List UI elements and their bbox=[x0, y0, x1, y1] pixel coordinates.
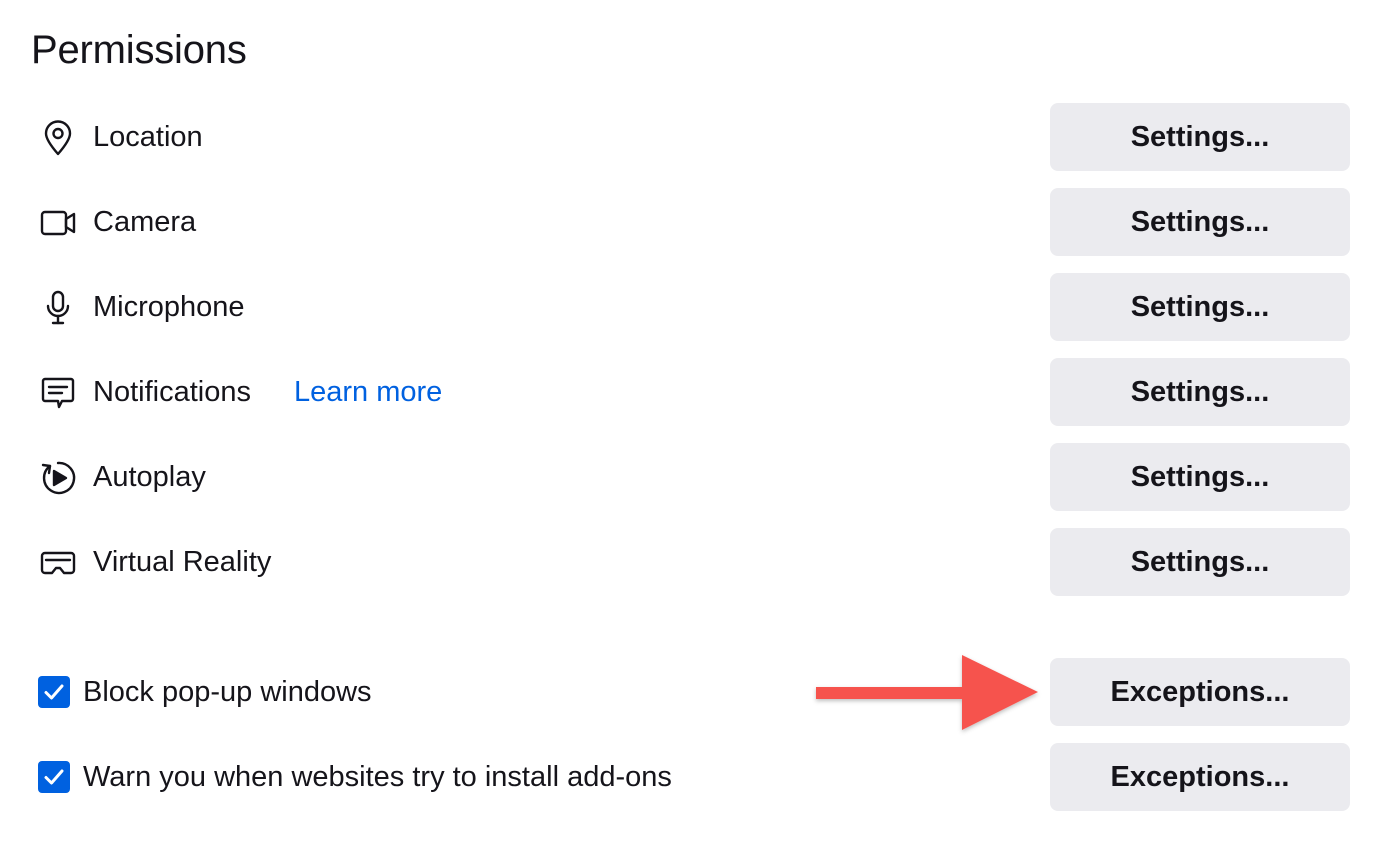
location-settings-button[interactable]: Settings... bbox=[1050, 103, 1350, 171]
permission-row-autoplay: Autoplay Settings... bbox=[0, 442, 1380, 512]
permission-label: Location bbox=[93, 121, 203, 153]
vr-headset-icon bbox=[36, 541, 80, 585]
permission-row-notifications: Notifications Learn more Settings... bbox=[0, 357, 1380, 427]
block-popups-checkbox[interactable] bbox=[38, 676, 70, 708]
option-row-warn-addons: Warn you when websites try to install ad… bbox=[0, 742, 1380, 812]
microphone-settings-button[interactable]: Settings... bbox=[1050, 273, 1350, 341]
autoplay-settings-button[interactable]: Settings... bbox=[1050, 443, 1350, 511]
option-label: Block pop-up windows bbox=[83, 676, 372, 708]
permission-label: Notifications bbox=[93, 376, 251, 408]
permission-row-virtual-reality: Virtual Reality Settings... bbox=[0, 527, 1380, 597]
addons-exceptions-button[interactable]: Exceptions... bbox=[1050, 743, 1350, 811]
checkmark-icon bbox=[44, 684, 64, 700]
warn-addons-checkbox[interactable] bbox=[38, 761, 70, 793]
microphone-icon bbox=[36, 286, 80, 330]
learn-more-link[interactable]: Learn more bbox=[294, 357, 442, 427]
virtual-reality-settings-button[interactable]: Settings... bbox=[1050, 528, 1350, 596]
notification-bubble-icon bbox=[36, 371, 80, 415]
annotation-arrow-icon bbox=[816, 655, 1038, 730]
option-label: Warn you when websites try to install ad… bbox=[83, 761, 672, 793]
permission-label: Virtual Reality bbox=[93, 546, 272, 578]
notifications-settings-button[interactable]: Settings... bbox=[1050, 358, 1350, 426]
permission-label: Camera bbox=[93, 206, 197, 238]
autoplay-icon bbox=[36, 456, 80, 500]
permission-row-camera: Camera Settings... bbox=[0, 187, 1380, 257]
popup-exceptions-button[interactable]: Exceptions... bbox=[1050, 658, 1350, 726]
permission-label: Microphone bbox=[93, 291, 245, 323]
permissions-heading: Permissions bbox=[31, 28, 247, 72]
permission-row-location: Location Settings... bbox=[0, 102, 1380, 172]
permission-row-microphone: Microphone Settings... bbox=[0, 272, 1380, 342]
camera-icon bbox=[36, 201, 80, 245]
option-row-block-popups: Block pop-up windows Exceptions... bbox=[0, 657, 1380, 727]
permission-label: Autoplay bbox=[93, 461, 206, 493]
checkmark-icon bbox=[44, 769, 64, 785]
camera-settings-button[interactable]: Settings... bbox=[1050, 188, 1350, 256]
location-pin-icon bbox=[36, 116, 80, 160]
